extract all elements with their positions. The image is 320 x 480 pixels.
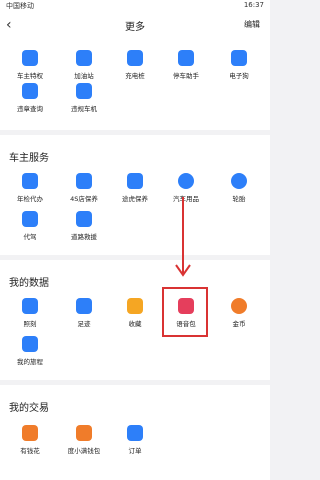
camera-icon — [231, 50, 247, 66]
status-time: 16:37 — [243, 1, 264, 9]
my-data-section: 我的数据 照刻 足迹 收藏 语音包 金币 我的旅程 — [0, 260, 270, 380]
item-label: 我的旅程 — [17, 358, 43, 366]
tire-icon — [231, 173, 247, 189]
tow-truck-icon — [76, 211, 92, 227]
item-label: 途虎保养 — [122, 195, 148, 203]
grid-item-tuhu-maintenance[interactable]: 途虎保养 — [108, 173, 162, 203]
carrier-label: 中国移动 — [6, 2, 34, 10]
grid-item-annual-inspection[interactable]: 年检代办 — [3, 173, 57, 203]
grid-item-violation-query[interactable]: 违章查询 — [3, 83, 57, 113]
star-icon — [127, 298, 143, 314]
highlight-box — [162, 287, 208, 337]
lightning-icon — [127, 50, 143, 66]
journey-icon — [22, 336, 38, 352]
section-title: 车主服务 — [9, 153, 49, 164]
gas-pump-icon — [76, 50, 92, 66]
grid-item-parking-assistant[interactable]: 停车助手 — [159, 50, 213, 80]
item-label: 停车助手 — [173, 72, 199, 80]
section-title: 我的数据 — [9, 278, 49, 289]
item-label: 电子狗 — [229, 72, 249, 80]
item-label: 订单 — [128, 447, 142, 455]
grid-item-gold-coins[interactable]: 金币 — [212, 298, 266, 328]
my-trades-section: 我的交易 有钱花 度小满钱包 订单 — [0, 385, 270, 480]
item-label: 度小满钱包 — [67, 447, 101, 455]
document-icon — [22, 83, 38, 99]
item-label: 收藏 — [128, 320, 142, 328]
wallet-icon — [76, 425, 92, 441]
car-icon — [22, 50, 38, 66]
item-label: 有钱花 — [20, 447, 40, 455]
order-list-icon — [127, 425, 143, 441]
steering-wheel-icon — [178, 173, 194, 189]
wrench-icon — [127, 173, 143, 189]
item-label: 4S店保养 — [70, 195, 98, 203]
grid-item-4s-maintenance[interactable]: 4S店保养 — [57, 173, 111, 203]
grid-item-car-device[interactable]: 违规车机 — [57, 83, 111, 113]
section-title: 我的交易 — [9, 403, 49, 414]
item-label: 充电桩 — [125, 72, 145, 80]
maintenance-icon — [76, 173, 92, 189]
item-label: 车主特权 — [17, 72, 43, 80]
item-label: 金币 — [232, 320, 246, 328]
item-label: 加油站 — [74, 72, 94, 80]
wallet-icon — [22, 425, 38, 441]
item-label: 违规车机 — [71, 105, 97, 113]
grid-item-tires[interactable]: 轮胎 — [212, 173, 266, 203]
grid-item-gas-station[interactable]: 加油站 — [57, 50, 111, 80]
grid-item-orders[interactable]: 订单 — [108, 425, 162, 455]
grid-item-favorites[interactable]: 收藏 — [108, 298, 162, 328]
photo-icon — [22, 298, 38, 314]
item-label: 足迹 — [77, 320, 91, 328]
item-label: 照刻 — [23, 320, 37, 328]
top-nav-bar: ‹ 更多 编辑 — [0, 12, 270, 40]
car-device-icon — [76, 83, 92, 99]
grid-item-footprints[interactable]: 足迹 — [57, 298, 111, 328]
status-bar: 中国移动 16:37 — [0, 0, 270, 12]
inspection-icon — [22, 173, 38, 189]
driver-icon — [22, 211, 38, 227]
edit-button[interactable]: 编辑 — [244, 19, 260, 30]
grid-item-road-rescue[interactable]: 道路救援 — [57, 211, 111, 241]
grid-item-photo[interactable]: 照刻 — [3, 298, 57, 328]
grid-item-speed-camera[interactable]: 电子狗 — [212, 50, 266, 80]
parking-icon — [178, 50, 194, 66]
top-services-section: 车主特权 加油站 充电桩 停车助手 电子狗 违章查询 违规车机 — [0, 40, 270, 130]
item-label: 道路救援 — [71, 233, 97, 241]
annotation-arrow — [175, 197, 191, 277]
car-services-section: 车主服务 年检代办 4S店保养 途虎保养 汽车用品 轮胎 代驾 道路救援 — [0, 135, 270, 255]
item-label: 代驾 — [23, 233, 37, 241]
grid-item-car-privilege[interactable]: 车主特权 — [3, 50, 57, 80]
page-title: 更多 — [125, 22, 145, 33]
grid-item-my-journey[interactable]: 我的旅程 — [3, 336, 57, 366]
grid-item-youqianhua[interactable]: 有钱花 — [3, 425, 57, 455]
item-label: 违章查询 — [17, 105, 43, 113]
coin-icon — [231, 298, 247, 314]
item-label: 年检代办 — [17, 195, 43, 203]
grid-item-duxiaoman-wallet[interactable]: 度小满钱包 — [57, 425, 111, 455]
item-label: 轮胎 — [232, 195, 246, 203]
grid-item-designated-driver[interactable]: 代驾 — [3, 211, 57, 241]
grid-item-charging-station[interactable]: 充电桩 — [108, 50, 162, 80]
footprint-icon — [76, 298, 92, 314]
